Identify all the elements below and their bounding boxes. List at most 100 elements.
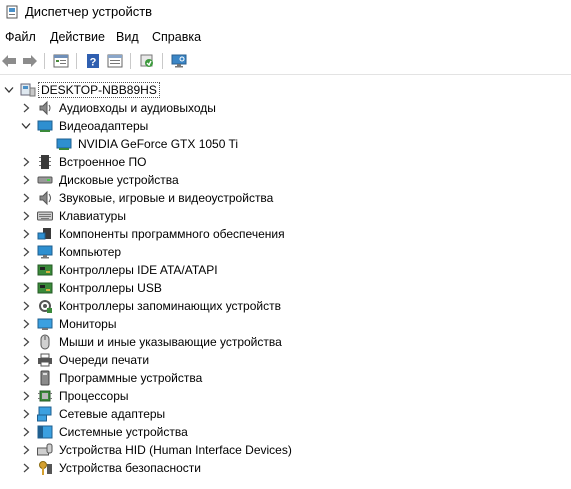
expand-arrow-icon[interactable] bbox=[20, 461, 32, 475]
update-driver-button[interactable] bbox=[138, 52, 156, 70]
tree-item-firmware[interactable]: Встроенное ПО bbox=[0, 153, 571, 171]
security-device-icon bbox=[39, 461, 52, 475]
expand-arrow-icon[interactable] bbox=[20, 335, 32, 349]
toolbar-separator bbox=[162, 53, 163, 69]
properties-icon bbox=[53, 54, 69, 68]
tree-item-label: Видеоадаптеры bbox=[59, 119, 149, 133]
toolbar-separator bbox=[76, 53, 77, 69]
toolbar-separator bbox=[44, 53, 45, 69]
tree-item-monitors[interactable]: Мониторы bbox=[0, 315, 571, 333]
forward-button[interactable] bbox=[21, 52, 39, 70]
tree-item-storage-controllers[interactable]: Контроллеры запоминающих устройств bbox=[0, 297, 571, 315]
computer-monitor-icon bbox=[37, 245, 53, 259]
tree-item-ide[interactable]: Контроллеры IDE ATA/ATAPI bbox=[0, 261, 571, 279]
menu-help[interactable]: Справка bbox=[150, 30, 203, 44]
expand-arrow-icon[interactable] bbox=[20, 299, 32, 313]
tree-item-hid[interactable]: Устройства HID (Human Interface Devices) bbox=[0, 441, 571, 459]
tree-item-keyboards[interactable]: Клавиатуры bbox=[0, 207, 571, 225]
svg-text:?: ? bbox=[90, 57, 97, 69]
tree-item-label: Контроллеры USB bbox=[59, 281, 162, 295]
sound-device-icon bbox=[39, 190, 51, 206]
expand-arrow-icon[interactable] bbox=[20, 191, 32, 205]
help-button[interactable]: ? bbox=[84, 52, 102, 70]
expand-arrow-icon[interactable] bbox=[20, 155, 32, 169]
expand-arrow-icon[interactable] bbox=[20, 173, 32, 187]
tree-item-software-devices[interactable]: Программные устройства bbox=[0, 369, 571, 387]
storage-controller-icon bbox=[39, 300, 52, 313]
tree-item-usb[interactable]: Контроллеры USB bbox=[0, 279, 571, 297]
expand-arrow-icon[interactable] bbox=[20, 443, 32, 457]
root-label: DESKTOP-NBB89HS bbox=[38, 82, 160, 98]
ide-controller-icon bbox=[37, 264, 53, 276]
help-icon: ? bbox=[87, 54, 99, 69]
back-button[interactable] bbox=[0, 52, 18, 70]
tree-item-processors[interactable]: Процессоры bbox=[0, 387, 571, 405]
tree-item-gpu[interactable]: NVIDIA GeForce GTX 1050 Ti bbox=[0, 135, 571, 153]
menu-file[interactable]: Файл bbox=[3, 30, 38, 44]
tree-item-label: Компьютер bbox=[59, 245, 122, 259]
back-arrow-icon bbox=[2, 55, 16, 67]
tree-item-label: Мыши и иные указывающие устройства bbox=[59, 335, 282, 349]
tree-item-system-devices[interactable]: Системные устройства bbox=[0, 423, 571, 441]
tree-item-label: NVIDIA GeForce GTX 1050 Ti bbox=[78, 137, 239, 151]
tree-item-label: Устройства HID (Human Interface Devices) bbox=[59, 443, 292, 457]
tree-item-label: Программные устройства bbox=[59, 371, 203, 385]
tree-item-label: Системные устройства bbox=[59, 425, 188, 439]
expand-arrow-icon[interactable] bbox=[20, 353, 32, 367]
menu-bar: Файл Действие Вид Справка bbox=[0, 28, 571, 48]
scan-hardware-button[interactable] bbox=[170, 52, 188, 70]
device-manager-icon bbox=[6, 5, 18, 19]
expand-arrow-icon[interactable] bbox=[20, 263, 32, 277]
menu-view[interactable]: Вид bbox=[114, 30, 141, 44]
expand-arrow-icon[interactable] bbox=[20, 407, 32, 421]
tree-item-software-components[interactable]: Компоненты программного обеспечения bbox=[0, 225, 571, 243]
tree-item-print-queues[interactable]: Очереди печати bbox=[0, 351, 571, 369]
collapse-arrow-icon[interactable] bbox=[3, 83, 15, 97]
tree-item-label: Встроенное ПО bbox=[59, 155, 147, 169]
properties-button[interactable] bbox=[52, 52, 70, 70]
tree-item-disk-drives[interactable]: Дисковые устройства bbox=[0, 171, 571, 189]
disk-drive-icon bbox=[37, 176, 53, 184]
tree-item-computer[interactable]: Компьютер bbox=[0, 243, 571, 261]
expand-arrow-icon[interactable] bbox=[20, 209, 32, 223]
tree-item-display-adapters[interactable]: Видеоадаптеры bbox=[0, 117, 571, 135]
printer-icon bbox=[38, 353, 52, 367]
system-device-icon bbox=[37, 425, 53, 439]
expand-arrow-icon[interactable] bbox=[20, 389, 32, 403]
collapse-arrow-icon[interactable] bbox=[20, 119, 32, 133]
software-component-icon bbox=[37, 228, 51, 240]
tree-item-label: Клавиатуры bbox=[59, 209, 126, 223]
tree-item-audio-io[interactable]: Аудиовходы и аудиовыходы bbox=[0, 99, 571, 117]
menu-action[interactable]: Действие bbox=[48, 30, 107, 44]
display-adapter-icon bbox=[37, 120, 53, 132]
mouse-icon bbox=[40, 334, 50, 350]
expand-arrow-icon[interactable] bbox=[20, 245, 32, 259]
tree-item-network[interactable]: Сетевые адаптеры bbox=[0, 405, 571, 423]
expand-arrow-icon[interactable] bbox=[20, 101, 32, 115]
forward-arrow-icon bbox=[23, 55, 37, 67]
tree-item-label: Сетевые адаптеры bbox=[59, 407, 166, 421]
computer-icon bbox=[20, 83, 36, 97]
tree-root[interactable]: DESKTOP-NBB89HS bbox=[0, 81, 571, 99]
tree-item-mice[interactable]: Мыши и иные указывающие устройства bbox=[0, 333, 571, 351]
tree-item-label: Контроллеры запоминающих устройств bbox=[59, 299, 281, 313]
tree-item-label: Дисковые устройства bbox=[59, 173, 179, 187]
expand-arrow-icon[interactable] bbox=[20, 227, 32, 241]
tree-item-security[interactable]: Устройства безопасности bbox=[0, 459, 571, 477]
tree-item-label: Очереди печати bbox=[59, 353, 150, 367]
tree-item-sound[interactable]: Звуковые, игровые и видеоустройства bbox=[0, 189, 571, 207]
toolbar-separator bbox=[130, 53, 131, 69]
update-driver-icon bbox=[140, 54, 153, 67]
processor-icon bbox=[38, 390, 52, 402]
software-device-icon bbox=[40, 370, 50, 386]
display-adapter-icon bbox=[56, 138, 72, 150]
tree-item-label: Устройства безопасности bbox=[59, 461, 201, 475]
expand-arrow-icon[interactable] bbox=[20, 371, 32, 385]
show-hidden-icon bbox=[107, 54, 123, 68]
expand-arrow-icon[interactable] bbox=[20, 317, 32, 331]
expand-arrow-icon[interactable] bbox=[20, 281, 32, 295]
expand-arrow-icon[interactable] bbox=[20, 425, 32, 439]
usb-controller-icon bbox=[37, 282, 53, 294]
toolbar: ? bbox=[0, 50, 571, 72]
view-button[interactable] bbox=[106, 52, 124, 70]
